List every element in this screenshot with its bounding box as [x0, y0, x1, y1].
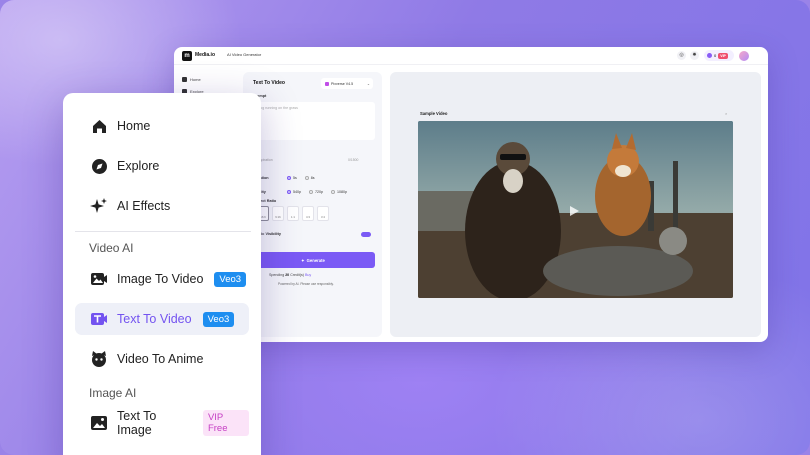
section-label-video-ai: Video AI [89, 241, 134, 255]
aspect-option-label: 3:4 [321, 215, 325, 219]
sidebar-item-label: Text To Image [117, 409, 157, 437]
spend-prefix: Spending [269, 273, 285, 277]
model-select[interactable]: Pixverse V4.5 ⌄ [321, 78, 373, 89]
generate-button[interactable]: ✦ Generate [251, 252, 375, 268]
section-label-image-ai: Image AI [89, 386, 137, 400]
sidebar-item-label: Video To Anime [117, 352, 204, 366]
text-image-icon [90, 414, 108, 432]
sidebar-item-ai-effects[interactable]: AI Effects [75, 190, 249, 222]
quality-option-label: 540p [293, 190, 301, 194]
discord-icon[interactable]: ◎ [677, 51, 686, 60]
duration-option-label: 8s [310, 176, 315, 180]
text-video-icon [90, 310, 108, 328]
sidebar-item-label: Text To Video [117, 312, 192, 326]
radio-icon [331, 190, 335, 195]
sidebar-item-image-to-video[interactable]: Image To Video Veo3 [75, 263, 249, 295]
video-thumbnail [418, 121, 733, 298]
sidebar-item-video-to-anime[interactable]: Video To Anime [75, 343, 249, 375]
aspect-option-label: 9:16 [275, 215, 281, 219]
vip-free-badge: VIP Free [202, 410, 249, 436]
sample-label: Sample Video [420, 111, 448, 116]
duration-option[interactable]: 8s [304, 176, 315, 181]
mini-nav-home[interactable]: Home [182, 73, 204, 85]
credits-pill[interactable]: 0 VIP [704, 50, 734, 61]
quality-option[interactable]: 1080p [331, 190, 347, 195]
image-video-icon [90, 270, 108, 288]
aspect-option[interactable]: 3:4 [317, 206, 329, 221]
sidebar: Home Explore AI Effects Video AI Image T… [63, 93, 261, 455]
generation-form: Text To Video Pixverse V4.5 ⌄ Prompt A d… [243, 72, 382, 337]
duration-options: 5s 8s [287, 176, 315, 181]
radio-icon [309, 190, 313, 195]
aspect-option[interactable]: 1:1 [287, 206, 299, 221]
veo3-badge: Veo3 [214, 271, 247, 287]
veo3-badge: Veo3 [202, 311, 235, 327]
quality-options: 540p 720p 1080p [287, 190, 347, 195]
credits-value: 0 [714, 53, 717, 58]
spend-suffix: Credit(s) [290, 273, 304, 277]
avatar[interactable] [739, 51, 749, 61]
form-title: Text To Video [253, 80, 285, 86]
aspect-option-label: 4:3 [306, 215, 310, 219]
home-icon [90, 117, 108, 135]
generate-label: Generate [306, 257, 325, 263]
page-title: AI Video Generator [227, 52, 262, 57]
radio-icon [287, 190, 291, 195]
quality-option[interactable]: 540p [287, 190, 301, 195]
sidebar-item-home[interactable]: Home [75, 110, 249, 142]
quality-option-label: 720p [315, 190, 323, 194]
visibility-toggle[interactable] [361, 232, 371, 237]
aspect-options: 16:9 9:16 1:1 4:3 3:4 [257, 206, 329, 221]
top-bar: m Media.io AI Video Generator ◎ ✹ 0 VIP [174, 47, 768, 65]
sample-video[interactable] [418, 121, 733, 298]
powered-text: Powered by AI. Please use responsibly. [278, 282, 334, 286]
explore-icon [90, 157, 108, 175]
sidebar-item-text-to-image[interactable]: Text To Image VIP Free [75, 407, 249, 439]
close-icon[interactable]: × [725, 111, 727, 116]
divider [75, 231, 251, 232]
duration-option[interactable]: 5s [287, 176, 297, 181]
sidebar-item-label: Home [117, 119, 151, 133]
quality-option[interactable]: 720p [309, 190, 323, 195]
sidebar-item-text-to-video[interactable]: Text To Video Veo3 [75, 303, 249, 335]
sparkle-icon: ✦ [301, 257, 305, 263]
mini-nav-label: Home [190, 76, 201, 82]
sparkle-icon [90, 197, 108, 215]
sidebar-item-label: AI Effects [117, 199, 171, 213]
aspect-option-label: 1:1 [291, 215, 295, 219]
anime-icon [90, 350, 108, 368]
model-icon [325, 81, 329, 86]
credits-icon [707, 53, 712, 58]
sidebar-item-label: Image To Video [117, 272, 204, 286]
prompt-input[interactable]: A dog running on the grass [251, 102, 375, 140]
settings-icon[interactable]: ✹ [690, 51, 699, 60]
radio-icon [287, 176, 291, 181]
aspect-option-label: 16:9 [260, 215, 266, 219]
radio-icon [304, 176, 309, 181]
app-window: m Media.io AI Video Generator ◎ ✹ 0 VIP … [174, 47, 768, 342]
sidebar-item-explore[interactable]: Explore [75, 150, 249, 182]
brand-name[interactable]: Media.io [195, 52, 215, 58]
home-icon [182, 76, 187, 82]
prompt-count: 0/1500 [348, 158, 359, 162]
quality-option-label: 1080p [337, 190, 347, 194]
sidebar-item-label: Explore [117, 159, 160, 173]
brand-logo-icon[interactable]: m [182, 51, 192, 61]
chevron-down-icon: ⌄ [366, 81, 370, 86]
spend-info: Spending 20 Credit(s) Buy [269, 273, 311, 277]
vip-badge: VIP [718, 52, 728, 59]
aspect-option[interactable]: 4:3 [302, 206, 314, 221]
buy-link[interactable]: Buy [305, 273, 311, 277]
preview-panel: Sample Video × [390, 72, 761, 337]
model-value: Pixverse V4.5 [331, 81, 354, 86]
aspect-option[interactable]: 9:16 [272, 206, 284, 221]
spend-value: 20 [285, 273, 290, 277]
duration-option-label: 5s [293, 176, 297, 180]
